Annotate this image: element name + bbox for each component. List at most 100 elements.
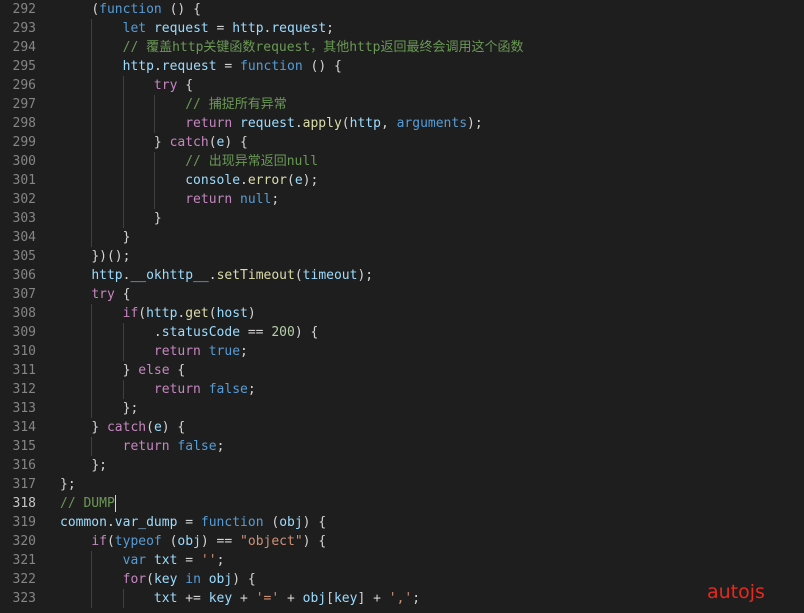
code-token: key xyxy=(208,591,233,606)
line-number: 323 xyxy=(12,591,36,606)
line-number: 319 xyxy=(12,515,36,530)
code-token: ; xyxy=(326,21,334,36)
line-number: 305 xyxy=(12,249,36,264)
code-token: + xyxy=(279,591,303,606)
code-line: http.__okhttp__.setTimeout(timeout); xyxy=(60,266,373,285)
code-token: } xyxy=(153,135,170,150)
line-number: 307 xyxy=(12,287,36,302)
code-token: } xyxy=(91,420,107,435)
line-number: 310 xyxy=(12,344,36,359)
code-token: ) xyxy=(247,306,256,321)
code-token: http xyxy=(349,116,381,131)
code-token: statusCode xyxy=(161,325,241,340)
code-token: ) { xyxy=(302,534,327,549)
code-line: // 捕捉所有异常 xyxy=(60,95,286,114)
code-token: ) == xyxy=(200,534,241,549)
code-token: false xyxy=(208,382,248,397)
code-token: return xyxy=(153,382,201,397)
code-token: var xyxy=(122,553,147,568)
code-line: return false; xyxy=(60,437,225,456)
code-token: obj xyxy=(279,515,303,530)
code-token: { xyxy=(177,78,194,93)
code-token: function xyxy=(200,515,264,530)
code-text-area[interactable]: (function () { let request = http.reques… xyxy=(60,0,804,613)
line-number: 301 xyxy=(12,173,36,188)
code-token: catch xyxy=(106,420,147,435)
code-token: ( xyxy=(287,173,295,188)
code-token: txt xyxy=(153,553,178,568)
code-line: }; xyxy=(60,399,139,418)
line-number: 304 xyxy=(12,230,36,245)
code-token: ( xyxy=(208,306,217,321)
code-token: ( xyxy=(294,268,303,283)
code-token: ; xyxy=(247,382,256,397)
code-token: obj xyxy=(177,534,201,549)
indent-guide xyxy=(91,19,93,247)
code-line: }; xyxy=(60,475,76,494)
indent-guide xyxy=(122,76,124,228)
code-token: false xyxy=(177,439,217,454)
code-token: return xyxy=(185,116,233,131)
code-token: })(); xyxy=(91,249,131,264)
code-token: obj xyxy=(302,591,327,606)
code-token: () { xyxy=(302,59,342,74)
autojs-watermark: autojs xyxy=(707,581,765,603)
indent-guide xyxy=(153,95,155,133)
code-token: request xyxy=(271,21,327,36)
code-token: host xyxy=(216,306,248,321)
code-line: } else { xyxy=(60,361,186,380)
code-token: ; xyxy=(216,439,225,454)
code-token: request xyxy=(240,116,295,131)
code-token: ( xyxy=(146,420,154,435)
code-line: // 覆盖http关键函数request，其他http返回最终会调用这个函数 xyxy=(60,38,524,57)
code-token: ) { xyxy=(161,420,186,435)
code-editor[interactable]: 292 293 294 295 296 297 298 299 300 301 302 303 304 3… xyxy=(0,0,804,613)
code-token: + xyxy=(232,591,256,606)
line-number: 308 xyxy=(12,306,36,321)
line-number: 306 xyxy=(12,268,36,283)
code-token: var_dump xyxy=(114,515,178,530)
code-token: , xyxy=(380,116,397,131)
code-token: ); xyxy=(467,116,483,131)
code-token: http xyxy=(146,306,178,321)
line-number: 314 xyxy=(12,420,36,435)
code-token: 200 xyxy=(271,325,295,340)
code-token: }; xyxy=(91,458,107,473)
code-line: try { xyxy=(60,285,130,304)
code-token: ); xyxy=(302,173,319,188)
line-number: 292 xyxy=(12,2,36,17)
code-token: { xyxy=(114,287,131,302)
indent-guide xyxy=(153,152,155,209)
code-token: // 出现异常返回null xyxy=(185,154,319,169)
code-token: ( xyxy=(106,534,115,549)
code-token: function xyxy=(99,2,162,17)
code-token: catch xyxy=(169,135,209,150)
code-token: ( xyxy=(161,534,178,549)
code-token: ',' xyxy=(388,591,413,606)
code-token: get xyxy=(185,306,209,321)
code-line: common.var_dump = function (obj) { xyxy=(60,513,326,532)
code-token: try xyxy=(91,287,115,302)
code-line: txt += key + '=' + obj[key] + ','; xyxy=(60,589,420,608)
code-token: return xyxy=(185,192,233,207)
line-number: 309 xyxy=(12,325,36,340)
line-number: 312 xyxy=(12,382,36,397)
code-token: ( xyxy=(263,515,280,530)
code-line: try { xyxy=(60,76,193,95)
line-number: 316 xyxy=(12,458,36,473)
code-token: ) { xyxy=(232,572,256,587)
line-number: 298 xyxy=(12,116,36,131)
line-number: 317 xyxy=(12,477,36,492)
code-token: ) { xyxy=(302,515,327,530)
code-token: if xyxy=(91,534,107,549)
code-token: = xyxy=(216,59,241,74)
code-token: [ xyxy=(326,591,334,606)
